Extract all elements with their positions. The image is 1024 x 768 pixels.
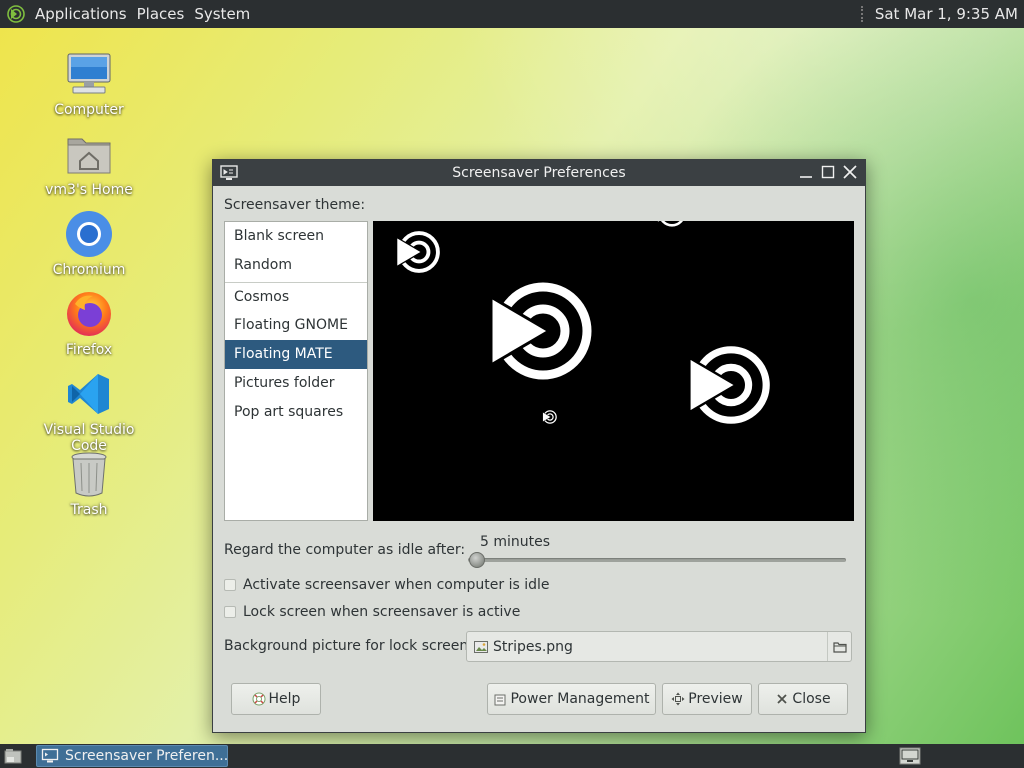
open-folder-button[interactable] bbox=[827, 632, 851, 661]
idle-slider-track[interactable] bbox=[468, 558, 846, 562]
lock-screen-checkbox[interactable] bbox=[224, 606, 236, 618]
panel-handle[interactable] bbox=[860, 6, 867, 22]
theme-label: Screensaver theme: bbox=[224, 197, 366, 213]
screensaver-preferences-window: Screensaver Preferences Screensaver them… bbox=[212, 159, 866, 733]
theme-item-pop-art-squares[interactable]: Pop art squares bbox=[225, 398, 367, 427]
computer-icon bbox=[65, 50, 113, 98]
mate-logo-large bbox=[491, 287, 587, 375]
theme-item-blank-screen[interactable]: Blank screen bbox=[225, 222, 367, 251]
chromium-icon bbox=[65, 210, 113, 258]
workspace-switcher-icon[interactable] bbox=[898, 746, 922, 766]
trash-icon bbox=[65, 450, 113, 498]
close-button[interactable]: Close bbox=[758, 683, 848, 715]
maximize-button[interactable] bbox=[819, 163, 837, 181]
theme-list[interactable]: Blank screen Random Cosmos Floating GNOM… bbox=[224, 221, 368, 521]
image-file-icon bbox=[474, 640, 488, 653]
desktop-icon-computer[interactable]: Computer bbox=[29, 50, 149, 118]
menu-applications[interactable]: Applications bbox=[30, 0, 132, 28]
power-management-button[interactable]: Power Management bbox=[487, 683, 656, 715]
idle-slider-value: 5 minutes bbox=[480, 534, 551, 550]
theme-item-cosmos[interactable]: Cosmos bbox=[225, 282, 367, 311]
window-menu-icon[interactable] bbox=[219, 164, 239, 182]
help-button[interactable]: Help bbox=[231, 683, 321, 715]
lock-screen-label: Lock screen when screensaver is active bbox=[243, 604, 521, 620]
desktop-icon-home[interactable]: vm3's Home bbox=[29, 130, 149, 198]
theme-item-random[interactable]: Random bbox=[225, 251, 367, 280]
desktop-icon-vscode[interactable]: Visual Studio Code bbox=[29, 370, 149, 454]
menu-places[interactable]: Places bbox=[132, 0, 190, 28]
activate-screensaver-label: Activate screensaver when computer is id… bbox=[243, 577, 550, 593]
desktop-icon-chromium[interactable]: Chromium bbox=[29, 210, 149, 278]
desktop-icon-firefox[interactable]: Firefox bbox=[29, 290, 149, 358]
taskbar-item-screensaver[interactable]: Screensaver Preferen... bbox=[36, 745, 228, 767]
window-titlebar[interactable]: Screensaver Preferences bbox=[213, 160, 865, 186]
theme-item-pictures-folder[interactable]: Pictures folder bbox=[225, 369, 367, 398]
mate-logo-small bbox=[394, 231, 440, 273]
background-file-chooser[interactable]: Stripes.png bbox=[466, 631, 852, 662]
theme-item-floating-gnome[interactable]: Floating GNOME bbox=[225, 311, 367, 340]
home-folder-icon bbox=[65, 130, 113, 178]
mate-logo-right bbox=[689, 350, 766, 420]
mate-logo-top bbox=[656, 221, 686, 227]
desktop-icon-trash[interactable]: Trash bbox=[29, 450, 149, 518]
bottom-panel: Screensaver Preferen... bbox=[0, 744, 1024, 768]
menu-system[interactable]: System bbox=[189, 0, 255, 28]
idle-slider-handle[interactable] bbox=[469, 552, 485, 568]
screensaver-preview bbox=[373, 221, 854, 521]
close-window-button[interactable] bbox=[841, 163, 859, 181]
theme-item-floating-mate[interactable]: Floating MATE bbox=[225, 340, 367, 369]
activate-screensaver-row[interactable]: Activate screensaver when computer is id… bbox=[224, 577, 549, 593]
fullscreen-icon bbox=[671, 692, 685, 706]
help-icon bbox=[252, 692, 266, 706]
background-file-name: Stripes.png bbox=[493, 638, 573, 655]
show-desktop-icon[interactable] bbox=[2, 746, 24, 766]
mate-logo-icon[interactable] bbox=[6, 4, 26, 24]
vscode-icon bbox=[65, 370, 113, 418]
background-picture-label: Background picture for lock screen: bbox=[224, 638, 473, 654]
lock-screen-row[interactable]: Lock screen when screensaver is active bbox=[224, 604, 520, 620]
firefox-icon bbox=[65, 290, 113, 338]
window-title: Screensaver Preferences bbox=[452, 165, 626, 181]
screensaver-app-icon bbox=[41, 748, 59, 764]
idle-label: Regard the computer as idle after: bbox=[224, 542, 466, 558]
activate-screensaver-checkbox[interactable] bbox=[224, 579, 236, 591]
close-icon bbox=[775, 692, 789, 706]
minimize-button[interactable] bbox=[797, 163, 815, 181]
mate-logo-tiny bbox=[542, 410, 557, 424]
top-panel: Applications Places System Sat Mar 1, 9:… bbox=[0, 0, 1024, 28]
preview-button[interactable]: Preview bbox=[662, 683, 752, 715]
power-icon bbox=[493, 692, 507, 706]
clock[interactable]: Sat Mar 1, 9:35 AM bbox=[875, 5, 1024, 23]
